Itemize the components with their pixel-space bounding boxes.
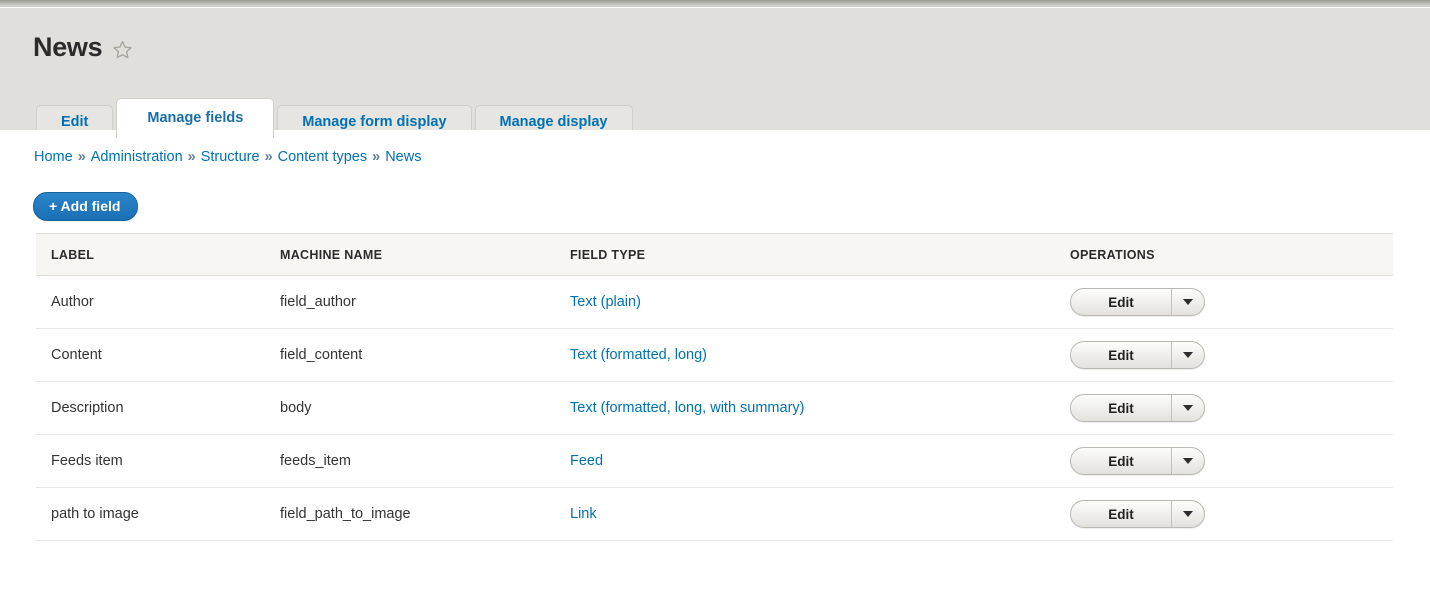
fields-table-body: Author field_author Text (plain) Edit Co… [36,276,1393,541]
table-row: Content field_content Text (formatted, l… [36,329,1393,382]
tab-edit-label: Edit [61,114,89,130]
chevron-down-icon[interactable] [1172,395,1204,421]
edit-button[interactable]: Edit [1071,448,1172,474]
tab-manage-fields[interactable]: Manage fields [116,98,275,138]
main-content: Home» Administration» Structure» Content ty… [0,130,1430,616]
breadcrumb-separator: » [372,149,381,165]
field-type-link[interactable]: Text (formatted, long) [570,347,707,363]
table-row: Feeds item feeds_item Feed Edit [36,435,1393,488]
breadcrumb-item-content-types[interactable]: Content types [278,149,367,165]
field-operations-cell: Edit [1070,276,1393,329]
table-row: Author field_author Text (plain) Edit [36,276,1393,329]
operations-dropbutton[interactable]: Edit [1070,288,1205,316]
chevron-down-icon[interactable] [1172,342,1204,368]
chevron-down-icon[interactable] [1172,501,1204,527]
column-header-operations: OPERATIONS [1070,248,1155,262]
fields-table-header-row: LABEL MACHINE NAME FIELD TYPE OPERATIONS [36,233,1393,276]
edit-button[interactable]: Edit [1071,342,1172,368]
field-operations-cell: Edit [1070,488,1393,541]
column-header-label: LABEL [51,248,95,262]
table-row: Description body Text (formatted, long, … [36,382,1393,435]
field-label-cell: Author [51,294,94,310]
breadcrumb-separator: » [187,149,196,165]
tab-manage-display-label: Manage display [499,114,608,130]
breadcrumb-separator: » [264,149,273,165]
breadcrumb-separator: » [77,149,86,165]
field-type-cell: Text (plain) [570,276,1070,329]
field-type-link[interactable]: Text (plain) [570,294,641,310]
field-type-link[interactable]: Link [570,506,597,522]
operations-dropbutton[interactable]: Edit [1070,394,1205,422]
tab-manage-fields-label: Manage fields [147,110,244,126]
field-type-cell: Feed [570,435,1070,488]
field-type-cell: Text (formatted, long) [570,329,1070,382]
fields-table-head: LABEL MACHINE NAME FIELD TYPE OPERATIONS [36,233,1393,276]
field-type-cell: Link [570,488,1070,541]
edit-button[interactable]: Edit [1071,501,1172,527]
field-operations-cell: Edit [1070,435,1393,488]
chevron-down-icon[interactable] [1172,289,1204,315]
breadcrumb-item-administration[interactable]: Administration [91,149,183,165]
add-field-button[interactable]: + Add field [33,192,139,222]
breadcrumb-item-home[interactable]: Home [34,149,73,165]
field-label-cell: Content [51,347,102,363]
field-machine-name-cell: body [280,400,312,416]
column-header-machine-name: MACHINE NAME [280,248,383,262]
field-machine-name-cell: field_content [280,347,363,363]
page-header: News Edit Manage fields Manage form disp… [0,8,1430,138]
field-label-cell: path to image [51,506,139,522]
field-type-link[interactable]: Text (formatted, long, with summary) [570,400,805,416]
field-type-link[interactable]: Feed [570,453,603,469]
table-row: path to image field_path_to_image Link E… [36,488,1393,541]
page-title: News [33,32,103,62]
field-label-cell: Feeds item [51,453,123,469]
operations-dropbutton[interactable]: Edit [1070,447,1205,475]
star-outline-icon[interactable] [112,39,133,60]
add-field-button-label: + Add field [49,198,121,214]
edit-button[interactable]: Edit [1071,289,1172,315]
field-operations-cell: Edit [1070,382,1393,435]
admin-toolbar-strip [0,0,1430,7]
title-row: News [33,34,133,61]
breadcrumb-item-structure[interactable]: Structure [201,149,260,165]
field-machine-name-cell: field_author [280,294,356,310]
field-label-cell: Description [51,400,124,416]
field-machine-name-cell: feeds_item [280,453,351,469]
edit-button[interactable]: Edit [1071,395,1172,421]
operations-dropbutton[interactable]: Edit [1070,500,1205,528]
field-type-cell: Text (formatted, long, with summary) [570,382,1070,435]
chevron-down-icon[interactable] [1172,448,1204,474]
fields-table: LABEL MACHINE NAME FIELD TYPE OPERATIONS… [36,233,1393,541]
breadcrumb: Home» Administration» Structure» Content ty… [34,149,421,165]
tab-manage-form-display-label: Manage form display [302,114,447,130]
field-machine-name-cell: field_path_to_image [280,506,411,522]
breadcrumb-item-news[interactable]: News [385,149,421,165]
column-header-field-type: FIELD TYPE [570,248,646,262]
operations-dropbutton[interactable]: Edit [1070,341,1205,369]
field-operations-cell: Edit [1070,329,1393,382]
